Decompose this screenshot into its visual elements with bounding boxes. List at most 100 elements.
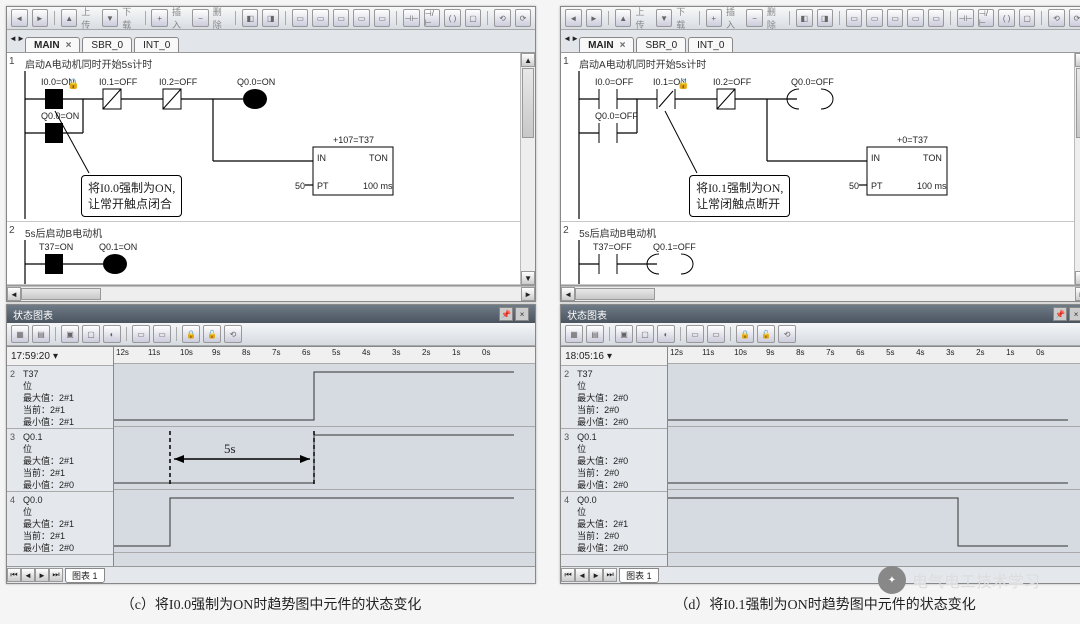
- contact-nc-icon[interactable]: ⊣/⊢: [424, 9, 441, 27]
- tool-icon[interactable]: ▭: [312, 9, 329, 27]
- chart-tab[interactable]: 图表 1: [65, 568, 105, 583]
- scroll-right-icon[interactable]: ►: [521, 287, 535, 301]
- tab-nav-left-icon[interactable]: ◄: [563, 34, 571, 43]
- trend-var-row[interactable]: 2 T37位 最大值：2#0当前：2#0最小值：2#0: [561, 366, 667, 429]
- tool-icon[interactable]: 🔓: [757, 325, 775, 343]
- scroll-down-icon[interactable]: ▼: [521, 271, 535, 285]
- horizontal-scrollbar[interactable]: ◄ ►: [7, 286, 535, 301]
- ladder-canvas[interactable]: 1 启动A电动机同时开始5s计时 I0.0=OFF I0.1=ON🔒 I0.2=…: [561, 53, 1080, 286]
- close-icon[interactable]: ×: [1069, 307, 1080, 321]
- tab-int0[interactable]: INT_0: [688, 37, 733, 52]
- back-icon[interactable]: ◄: [11, 9, 28, 27]
- fwd-icon[interactable]: ►: [32, 9, 49, 27]
- tab-main[interactable]: MAIN×: [579, 37, 634, 52]
- back-icon[interactable]: ◄: [565, 9, 582, 27]
- tool-icon[interactable]: ▢: [636, 325, 654, 343]
- trend-chart[interactable]: 12s11s 10s9s 8s7s 6s5s 4s3s 2s1s 0s: [114, 346, 535, 566]
- tool-icon[interactable]: ▭: [887, 9, 904, 27]
- tab-sbr0[interactable]: SBR_0: [82, 37, 132, 52]
- scroll-left-icon[interactable]: ◄: [7, 287, 21, 301]
- tool-icon[interactable]: ◨: [262, 9, 279, 27]
- tool-icon[interactable]: ▭: [353, 9, 370, 27]
- tab-sbr0[interactable]: SBR_0: [636, 37, 686, 52]
- scroll-left-icon[interactable]: ◄: [561, 287, 575, 301]
- nav-prev-icon[interactable]: ◄: [575, 568, 589, 582]
- pin-icon[interactable]: 📌: [499, 307, 513, 321]
- delete-icon[interactable]: −: [746, 9, 763, 27]
- close-icon[interactable]: ×: [620, 40, 626, 51]
- nav-next-icon[interactable]: ►: [589, 568, 603, 582]
- tab-nav-right-icon[interactable]: ►: [571, 34, 579, 43]
- download-icon[interactable]: ▼: [102, 9, 119, 27]
- contact-no-icon[interactable]: ⊣⊢: [957, 9, 974, 27]
- tool-icon[interactable]: ▢: [82, 325, 100, 343]
- tool-icon[interactable]: ▭: [292, 9, 309, 27]
- tab-main[interactable]: MAIN×: [25, 37, 80, 52]
- coil-icon[interactable]: ( ): [998, 9, 1015, 27]
- ladder-canvas[interactable]: 1 启动A电动机同时开始5s计时 I0.0=ON 🔒 I0.1=OFF I0.2…: [7, 53, 535, 286]
- fwd-icon[interactable]: ►: [586, 9, 603, 27]
- tool-icon[interactable]: ▤: [586, 325, 604, 343]
- scroll-up-icon[interactable]: ▲: [1075, 53, 1080, 67]
- trend-var-row[interactable]: 4 Q0.0位 最大值：2#1当前：2#1最小值：2#0: [7, 492, 113, 555]
- tool-icon[interactable]: 🔒: [182, 325, 200, 343]
- nav-first-icon[interactable]: ⏮: [561, 568, 575, 582]
- tool-icon[interactable]: ▣: [615, 325, 633, 343]
- trend-var-row[interactable]: 3 Q0.1位 最大值：2#0当前：2#0最小值：2#0: [561, 429, 667, 492]
- tool-icon[interactable]: ⟳: [515, 9, 532, 27]
- box-icon[interactable]: ▢: [1019, 9, 1036, 27]
- close-icon[interactable]: ×: [66, 40, 72, 51]
- tool-icon[interactable]: 🔒: [736, 325, 754, 343]
- scroll-right-icon[interactable]: ►: [1075, 287, 1080, 301]
- insert-icon[interactable]: +: [706, 9, 723, 27]
- scroll-up-icon[interactable]: ▲: [521, 53, 535, 67]
- insert-icon[interactable]: +: [151, 9, 168, 27]
- trend-var-row[interactable]: 4 Q0.0位 最大值：2#1当前：2#0最小值：2#0: [561, 492, 667, 555]
- tool-icon[interactable]: ▭: [333, 9, 350, 27]
- nav-next-icon[interactable]: ►: [35, 568, 49, 582]
- upload-icon[interactable]: ▲: [615, 9, 632, 27]
- nav-prev-icon[interactable]: ◄: [21, 568, 35, 582]
- tool-icon[interactable]: ▭: [707, 325, 725, 343]
- tool-icon[interactable]: ◨: [817, 9, 834, 27]
- nav-last-icon[interactable]: ⏭: [49, 568, 63, 582]
- horizontal-scrollbar[interactable]: ◄ ►: [561, 286, 1080, 301]
- tab-nav-right-icon[interactable]: ►: [17, 34, 25, 43]
- contact-nc-icon[interactable]: ⊣/⊢: [978, 9, 995, 27]
- tool-icon[interactable]: ▦: [565, 325, 583, 343]
- tool-icon[interactable]: ⟲: [224, 325, 242, 343]
- tool-icon[interactable]: ▤: [32, 325, 50, 343]
- tab-int0[interactable]: INT_0: [134, 37, 179, 52]
- nav-first-icon[interactable]: ⏮: [7, 568, 21, 582]
- tool-icon[interactable]: ⟲: [494, 9, 511, 27]
- delete-icon[interactable]: −: [192, 9, 209, 27]
- trend-var-row[interactable]: 3 Q0.1位 最大值：2#1当前：2#1最小值：2#0: [7, 429, 113, 492]
- tool-icon[interactable]: ▭: [374, 9, 391, 27]
- download-icon[interactable]: ▼: [656, 9, 673, 27]
- tool-icon[interactable]: ⟲: [778, 325, 796, 343]
- chart-tab[interactable]: 图表 1: [619, 568, 659, 583]
- tool-icon[interactable]: ▭: [686, 325, 704, 343]
- tool-icon[interactable]: ◐: [657, 325, 675, 343]
- vertical-scrollbar[interactable]: ▲ ▼: [520, 53, 535, 285]
- tool-icon[interactable]: ▭: [132, 325, 150, 343]
- close-icon[interactable]: ×: [515, 307, 529, 321]
- tool-icon[interactable]: ▭: [907, 9, 924, 27]
- tool-icon[interactable]: ◐: [103, 325, 121, 343]
- tool-icon[interactable]: ▭: [846, 9, 863, 27]
- tool-icon[interactable]: ▭: [866, 9, 883, 27]
- box-icon[interactable]: ▢: [465, 9, 482, 27]
- tool-icon[interactable]: ⟳: [1069, 9, 1080, 27]
- tool-icon[interactable]: ◧: [242, 9, 259, 27]
- tool-icon[interactable]: ◧: [796, 9, 813, 27]
- scroll-down-icon[interactable]: ▼: [1075, 271, 1080, 285]
- tool-icon[interactable]: 🔓: [203, 325, 221, 343]
- contact-no-icon[interactable]: ⊣⊢: [403, 9, 420, 27]
- tool-icon[interactable]: ▭: [928, 9, 945, 27]
- trend-var-row[interactable]: 2 T37位 最大值：2#1当前：2#1最小值：2#1: [7, 366, 113, 429]
- tool-icon[interactable]: ⟲: [1048, 9, 1065, 27]
- tool-icon[interactable]: ▭: [153, 325, 171, 343]
- coil-icon[interactable]: ( ): [444, 9, 461, 27]
- trend-chart[interactable]: 12s11s 10s9s 8s7s 6s5s 4s3s 2s1s 0s: [668, 346, 1080, 566]
- tool-icon[interactable]: ▣: [61, 325, 79, 343]
